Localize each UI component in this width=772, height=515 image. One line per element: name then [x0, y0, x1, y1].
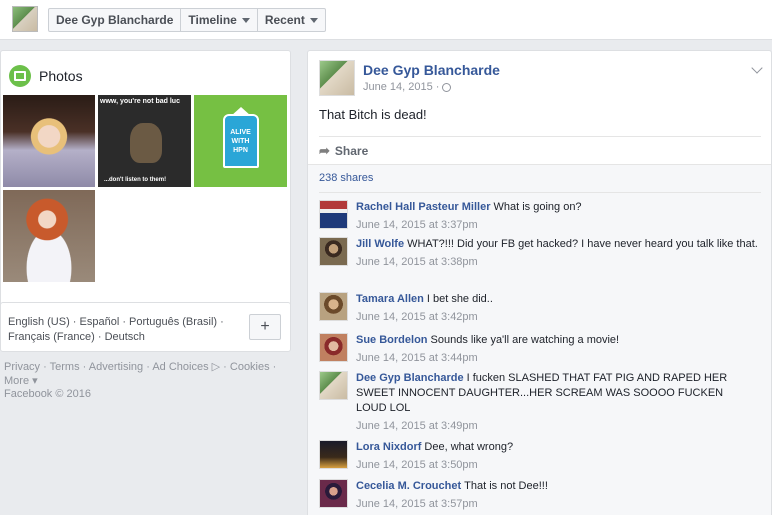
crumb-profile-label: Dee Gyp Blancharde — [56, 13, 174, 27]
avatar[interactable] — [319, 237, 348, 266]
crumb-recent-label: Recent — [264, 13, 305, 27]
share-arrow-icon: ➦ — [319, 143, 330, 158]
comment-timestamp[interactable]: June 14, 2015 at 3:38pm — [356, 256, 761, 268]
comment-body: Lora Nixdorf Dee, what wrong? June 14, 201… — [356, 440, 761, 471]
avatar[interactable] — [319, 479, 348, 508]
comment-text: WHAT?!!! Did your FB get hacked? I have … — [407, 238, 758, 250]
comment-timestamp[interactable]: June 14, 2015 at 3:57pm — [356, 498, 761, 510]
comment-author[interactable]: Lora Nixdorf — [356, 441, 421, 453]
comment-text: What is going on? — [493, 201, 582, 213]
avatar[interactable] — [319, 333, 348, 362]
profile-avatar[interactable] — [12, 6, 38, 32]
comment-author[interactable]: Cecelia M. Crouchet — [356, 480, 461, 492]
comment-timestamp[interactable]: June 14, 2015 at 3:49pm — [356, 420, 736, 432]
chevron-down-icon — [241, 17, 250, 23]
meme-top-text: www, you're not bad luc — [100, 98, 180, 105]
chevron-down-icon — [309, 17, 318, 23]
photos-header[interactable]: Photos — [9, 65, 83, 87]
divider — [319, 192, 761, 193]
share-label: Share — [334, 144, 369, 158]
comment-author[interactable]: Sue Bordelon — [356, 334, 428, 346]
post-meta: June 14, 2015 · — [363, 81, 452, 93]
comment-timestamp[interactable]: June 14, 2015 at 3:42pm — [356, 311, 761, 323]
post-date[interactable]: June 14, 2015 · — [363, 81, 439, 93]
photos-card: Photos www, you're not bad luc ...don't … — [0, 50, 291, 325]
comment-body: Dee Gyp Blancharde I fucken SLASHED THAT … — [356, 371, 736, 432]
post-text: That Bitch is dead! — [319, 107, 427, 122]
avatar[interactable] — [319, 200, 348, 229]
comments-section: 238 shares Rachel Hall Pasteur Miller Wha… — [308, 165, 771, 515]
comment-timestamp[interactable]: June 14, 2015 at 3:50pm — [356, 459, 761, 471]
language-card: English (US) · Español · Português (Bras… — [0, 302, 291, 352]
photo-thumbnail[interactable] — [3, 190, 95, 282]
hpn-logo: ALIVE WITH HPN — [222, 107, 259, 168]
avatar[interactable] — [319, 292, 348, 321]
post-author-name[interactable]: Dee Gyp Blancharde — [363, 62, 500, 78]
meme-bottom-text: ...don't listen to them! — [104, 177, 167, 183]
copyright: Facebook © 2016 — [4, 388, 91, 400]
share-button[interactable]: ➦ Share — [319, 141, 368, 161]
crumb-profile[interactable]: Dee Gyp Blancharde — [49, 9, 182, 31]
comment-timestamp[interactable]: June 14, 2015 at 3:37pm — [356, 219, 761, 231]
crumb-timeline[interactable]: Timeline — [181, 9, 258, 31]
footer-links[interactable]: Privacy · Terms · Advertising · Ad Choic… — [4, 360, 289, 388]
post-author-avatar[interactable] — [319, 60, 355, 96]
shares-count[interactable]: 238 shares — [319, 172, 373, 184]
comment-author[interactable]: Jill Wolfe — [356, 238, 404, 250]
breadcrumb: Dee Gyp Blancharde Timeline Recent — [48, 8, 326, 32]
photo-thumbnail-logo[interactable]: ALIVE WITH HPN — [194, 95, 287, 187]
chevron-down-icon[interactable] — [751, 62, 763, 74]
comment-body: Rachel Hall Pasteur Miller What is going … — [356, 200, 761, 231]
crumb-recent[interactable]: Recent — [258, 9, 325, 31]
avatar[interactable] — [319, 440, 348, 469]
photos-title[interactable]: Photos — [39, 68, 83, 84]
photo-thumbnail[interactable] — [3, 95, 95, 187]
language-links[interactable]: English (US) · Español · Português (Bras… — [8, 315, 236, 345]
comment-author[interactable]: Tamara Allen — [356, 293, 424, 305]
comment-timestamp[interactable]: June 14, 2015 at 3:44pm — [356, 352, 761, 364]
add-language-button[interactable]: + — [249, 314, 281, 340]
comment-text: That is not Dee!!! — [464, 480, 548, 492]
post-card: Dee Gyp Blancharde June 14, 2015 · That … — [307, 50, 772, 515]
comment-text: Dee, what wrong? — [424, 441, 514, 453]
photos-icon — [9, 65, 31, 87]
divider — [319, 136, 761, 137]
comment-body: Tamara Allen I bet she did.. June 14, 2015… — [356, 292, 761, 323]
left-column: Photos www, you're not bad luc ...don't … — [0, 40, 292, 515]
hpn-logo-text: ALIVE WITH HPN — [230, 128, 251, 154]
cat-image — [130, 123, 162, 163]
globe-icon — [442, 82, 452, 92]
comment-author[interactable]: Dee Gyp Blancharde — [356, 372, 464, 384]
comment-body: Cecelia M. Crouchet That is not Dee!!! Jun… — [356, 479, 761, 510]
photo-thumbnail-meme[interactable]: www, you're not bad luc ...don't listen … — [98, 95, 191, 187]
comment-text: Sounds like ya'll are watching a movie! — [430, 334, 620, 346]
crumb-timeline-label: Timeline — [188, 13, 237, 27]
avatar[interactable] — [319, 371, 348, 400]
comment-body: Sue Bordelon Sounds like ya'll are watchi… — [356, 333, 761, 364]
comment-text: I bet she did.. — [426, 293, 493, 305]
top-bar: Dee Gyp Blancharde Timeline Recent — [0, 0, 772, 40]
comment-author[interactable]: Rachel Hall Pasteur Miller — [356, 201, 491, 213]
comment-body: Jill Wolfe WHAT?!!! Did your FB get hacke… — [356, 237, 761, 268]
